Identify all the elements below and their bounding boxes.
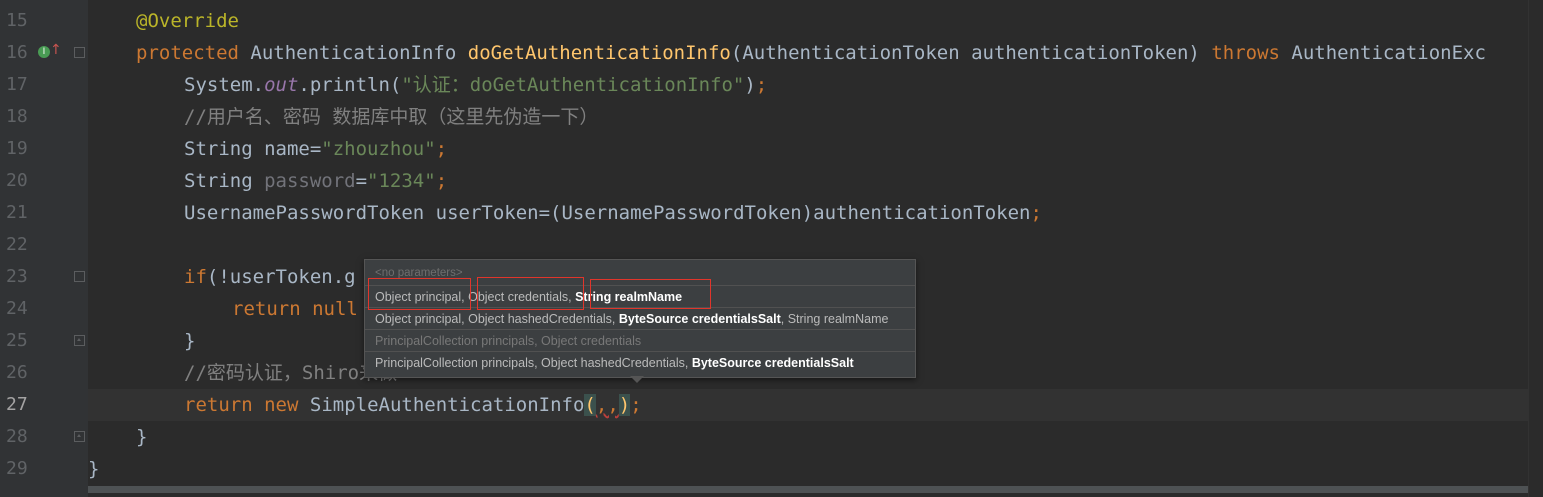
line-number: 16 [6,42,28,63]
brace: } [136,426,148,448]
keyword: new [264,394,299,416]
code-line-29[interactable]: } [88,453,99,485]
annotation: @Override [136,10,239,32]
up-arrow-icon[interactable]: ↑ [50,42,62,58]
line-number: 22 [6,234,28,255]
code-line-23[interactable]: if(!userToken.g [184,261,356,293]
code-line-28[interactable]: } [136,421,147,453]
statement: UsernamePasswordToken userToken=(Usernam… [184,202,1031,224]
operator: = [355,170,368,192]
signature-params: Object principal, Object credentials, [375,290,576,304]
method-name: doGetAuthenticationInfo [467,42,731,64]
line-number: 23 [6,266,28,287]
keyword: return [232,298,301,320]
brace: } [88,458,100,480]
code-line-24[interactable]: return null [232,293,358,325]
signature-params: Object principal, Object hashedCredentia… [375,312,619,326]
line-number: 15 [6,10,28,31]
code-line-15[interactable]: @Override [136,5,239,37]
keyword: protected [136,42,239,64]
code-area[interactable]: @Override protected AuthenticationInfo d… [88,0,1528,485]
code-editor[interactable]: 15 16 17 18 19 20 21 22 23 24 25 26 27 2… [0,0,1543,497]
brace: } [184,330,196,352]
popup-pointer [630,376,644,383]
keyword: return [184,394,253,416]
string-literal: "认证：doGetAuthenticationInfo" [401,74,745,96]
string-literal: "zhouzhou" [321,138,436,160]
signature-option[interactable]: PrincipalCollection principals, Object h… [365,351,915,373]
matched-paren: ) [618,394,631,416]
current-param: ByteSource credentialsSalt [691,356,854,370]
code-line-21[interactable]: UsernamePasswordToken userToken=(Usernam… [184,197,1042,229]
type-name: AuthenticationInfo [250,42,457,64]
error-commas[interactable]: ,, [596,394,619,416]
signature-option[interactable]: Object principal, Object credentials, St… [365,285,915,307]
matched-paren: ( [584,394,596,416]
method-call: .println( [298,74,402,96]
line-number: 21 [6,202,28,223]
line-number: 28 [6,426,28,447]
current-param: String realmName [575,290,683,304]
comment: //用户名、密码 数据库中取（这里先伪造一下） [184,106,599,128]
semicolon: ; [435,170,448,192]
fold-marker-icon[interactable] [74,335,85,346]
unused-variable: password [264,170,356,192]
fold-marker-icon[interactable] [74,47,85,58]
semicolon: ; [435,138,448,160]
class-name: SimpleAuthenticationInfo [309,394,585,416]
current-param: ByteSource credentialsSalt [618,312,781,326]
signature-option[interactable]: Object principal, Object hashedCredentia… [365,307,915,329]
declaration: String name= [184,138,322,160]
signature-option-disabled[interactable]: PrincipalCollection principals, Object c… [365,329,915,351]
params: (AuthenticationToken authenticationToken… [730,42,1200,64]
line-number: 25 [6,330,28,351]
override-implementing-icon[interactable]: I [38,46,50,58]
code-line-17[interactable]: System.out.println("认证：doGetAuthenticati… [184,69,767,101]
semicolon: ; [1030,202,1042,224]
code-line-25[interactable]: } [184,325,195,357]
line-number: 19 [6,138,28,159]
horizontal-scrollbar[interactable] [88,485,1528,493]
signature-params: PrincipalCollection principals, Object h… [375,356,692,370]
static-field: out [264,74,299,96]
fold-marker-icon[interactable] [74,271,85,282]
code-line-16[interactable]: protected AuthenticationInfo doGetAuthen… [136,37,1486,69]
signature-params: PrincipalCollection principals, Object c… [375,334,642,348]
keyword: throws [1211,42,1280,64]
code-line-20[interactable]: String password="1234"; [184,165,447,197]
keyword: if [184,266,207,288]
semicolon: ; [755,74,768,96]
scrollbar-thumb[interactable] [88,486,1528,493]
semicolon: ; [630,394,642,416]
class-ref: System. [184,74,265,96]
signature-params: , String realmName [780,312,889,326]
error-stripe[interactable] [1528,0,1543,497]
line-number: 18 [6,106,28,127]
code-line-27[interactable]: return new SimpleAuthenticationInfo(,,); [184,389,642,421]
line-number: 29 [6,458,28,479]
condition: (!userToken.g [206,266,356,288]
code-line-18[interactable]: //用户名、密码 数据库中取（这里先伪造一下） [184,101,598,133]
keyword: null [312,298,358,320]
code-line-19[interactable]: String name="zhouzhou"; [184,133,447,165]
no-parameters-option[interactable]: <no parameters> [365,266,915,280]
fold-marker-icon[interactable] [74,431,85,442]
exception-type: AuthenticationExc [1291,42,1486,64]
line-number-current: 27 [6,394,28,415]
declaration: String [184,170,265,192]
parameter-info-popup[interactable]: <no parameters> Object principal, Object… [364,259,916,378]
line-number: 24 [6,298,28,319]
paren: ) [744,74,756,96]
line-number: 26 [6,362,28,383]
line-number: 17 [6,74,28,95]
string-literal: "1234" [367,170,436,192]
line-number: 20 [6,170,28,191]
